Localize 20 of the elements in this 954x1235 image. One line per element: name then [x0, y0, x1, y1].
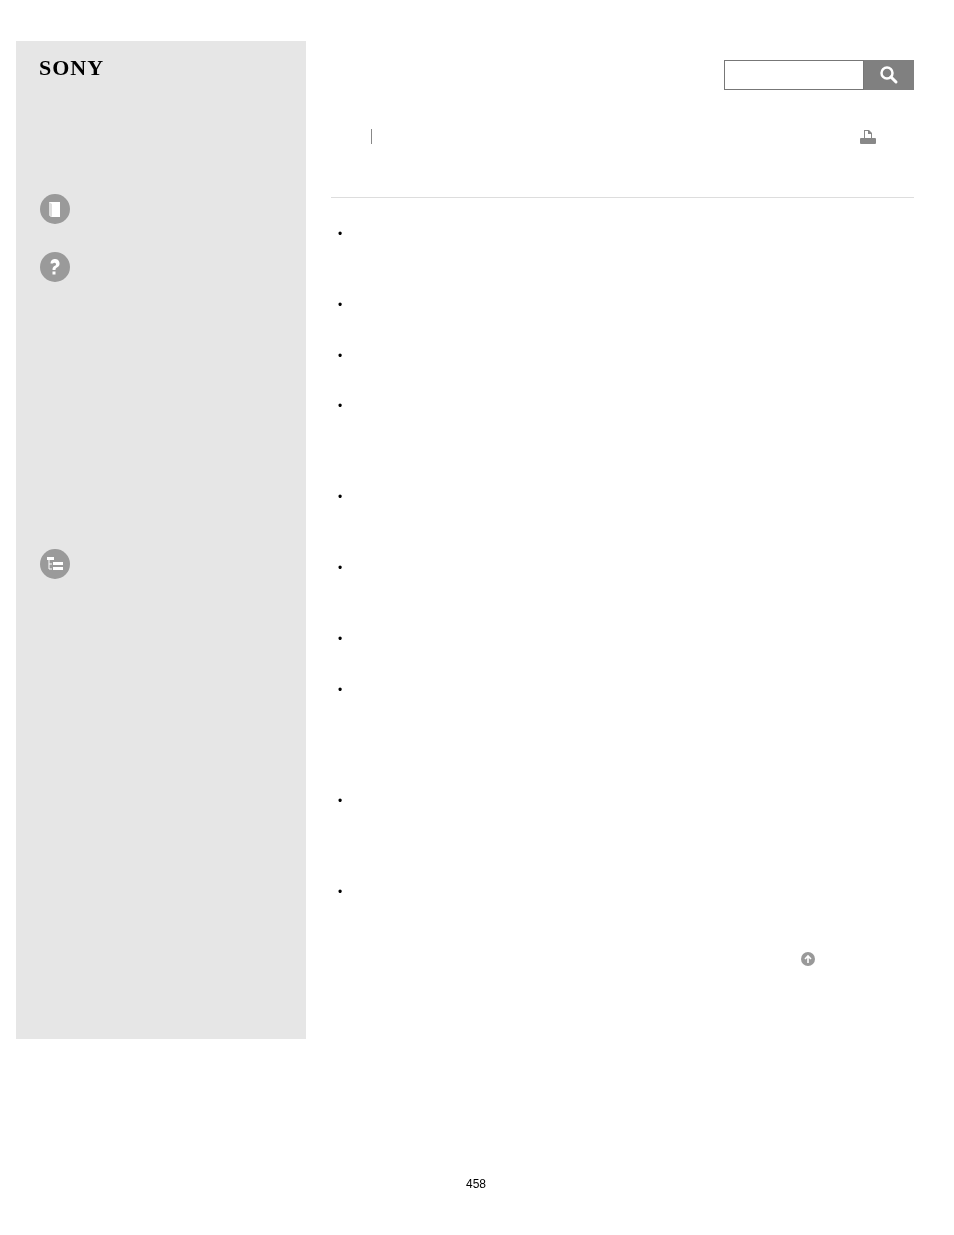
- brand-logo[interactable]: SONY: [39, 56, 105, 80]
- bullet-mark: •: [338, 682, 344, 699]
- book-icon[interactable]: [40, 194, 70, 224]
- tree-icon[interactable]: [40, 549, 70, 579]
- bullet-mark: •: [338, 884, 344, 901]
- print-icon[interactable]: [860, 129, 876, 144]
- bullet-mark: •: [338, 793, 344, 810]
- bullet-mark: •: [338, 489, 344, 506]
- bullet-mark: •: [338, 297, 344, 314]
- bullet-mark: •: [338, 560, 344, 577]
- help-icon[interactable]: [40, 252, 70, 282]
- bullet-mark: •: [338, 348, 344, 365]
- page-number: 458: [466, 1177, 487, 1191]
- bullet-mark: •: [338, 631, 344, 648]
- search-field[interactable]: [724, 60, 864, 90]
- bullet-mark: •: [338, 398, 344, 415]
- search-icon: [879, 65, 899, 85]
- search-button[interactable]: [864, 60, 914, 90]
- back-to-top-icon[interactable]: [801, 952, 815, 966]
- bullet-mark: •: [338, 226, 344, 243]
